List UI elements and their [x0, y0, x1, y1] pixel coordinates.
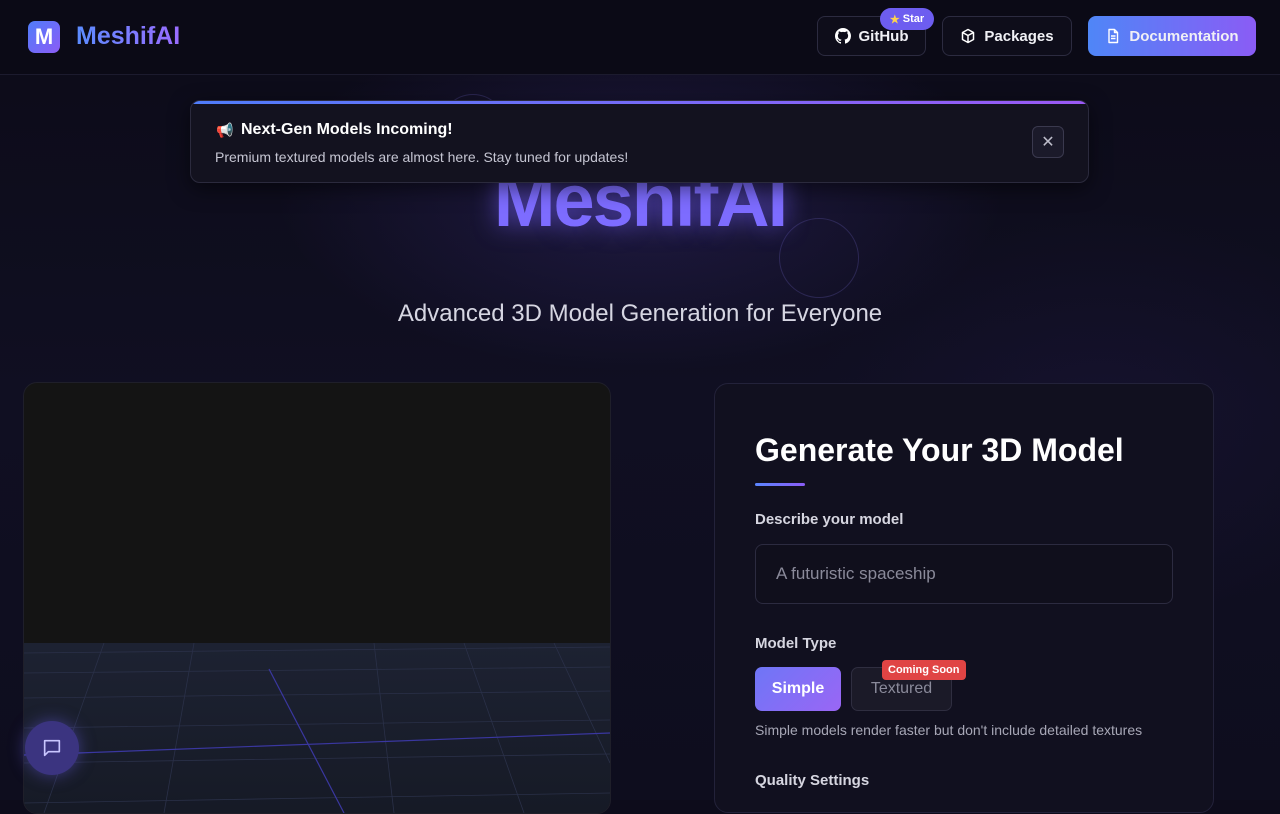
- announcement-banner: 📢 Next-Gen Models Incoming! Premium text…: [190, 100, 1089, 183]
- logo-letter: M: [34, 24, 54, 49]
- coming-soon-badge: Coming Soon: [882, 660, 966, 680]
- describe-label: Describe your model: [755, 511, 904, 528]
- documentation-button[interactable]: Documentation: [1088, 16, 1256, 56]
- github-label: GitHub: [858, 27, 909, 45]
- model-type-label: Model Type: [755, 635, 837, 652]
- simple-type-button[interactable]: Simple: [755, 667, 841, 711]
- chat-icon: [43, 739, 61, 757]
- packages-label: Packages: [984, 27, 1054, 45]
- star-icon: ★: [889, 13, 900, 26]
- model-type-hint: Simple models render faster but don't in…: [755, 722, 1143, 738]
- chat-button[interactable]: [25, 721, 79, 775]
- star-badge: ★ Star: [880, 8, 934, 30]
- announcement-title: Next-Gen Models Incoming!: [241, 121, 453, 138]
- documentation-label: Documentation: [1129, 27, 1239, 45]
- brand-name[interactable]: MeshifAI: [76, 22, 180, 51]
- package-icon: [962, 28, 975, 44]
- star-label: Star: [902, 13, 925, 25]
- grid-floor: [24, 643, 610, 813]
- announcement-text: Premium textured models are almost here.…: [215, 149, 629, 165]
- top-navbar: M MeshifAI GitHub ★ Star Packages Docume…: [0, 0, 1280, 75]
- quality-settings-label: Quality Settings: [755, 772, 870, 789]
- model-viewer-canvas[interactable]: [23, 382, 611, 814]
- close-button[interactable]: ✕: [1032, 126, 1064, 158]
- title-underline: [755, 483, 805, 486]
- hero-subtitle: Advanced 3D Model Generation for Everyon…: [397, 300, 883, 327]
- document-icon: [1108, 28, 1119, 44]
- close-icon: ✕: [1041, 134, 1055, 151]
- logo-icon[interactable]: M: [28, 21, 60, 53]
- megaphone-icon: 📢: [216, 122, 234, 138]
- github-icon: [834, 28, 851, 44]
- generate-form-panel: Generate Your 3D Model Describe your mod…: [714, 383, 1214, 813]
- model-description-input[interactable]: [755, 544, 1173, 604]
- form-title: Generate Your 3D Model: [755, 432, 1124, 468]
- packages-button[interactable]: Packages: [942, 16, 1072, 56]
